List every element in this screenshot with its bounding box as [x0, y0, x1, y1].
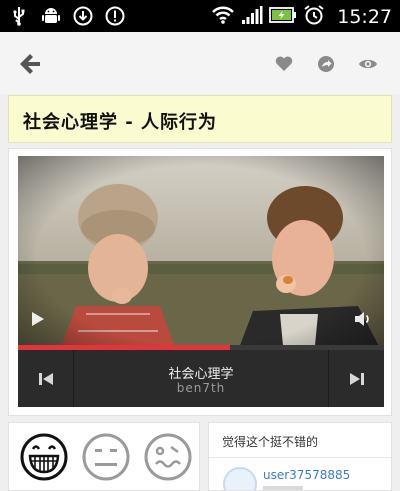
wifi-icon	[211, 5, 235, 29]
track-artist: ben7th	[176, 381, 226, 395]
play-button[interactable]	[27, 309, 47, 329]
heart-icon	[275, 56, 293, 71]
favorite-button[interactable]	[274, 54, 294, 74]
android-debug-icon	[40, 5, 62, 27]
next-button[interactable]	[328, 350, 384, 407]
skip-next-icon	[349, 372, 364, 385]
signal-icon	[241, 5, 263, 29]
skip-previous-icon	[38, 372, 53, 385]
avatar[interactable]	[223, 467, 257, 490]
status-bar: 15:27	[0, 0, 400, 32]
alert-icon	[104, 5, 126, 27]
volume-icon	[355, 312, 369, 326]
share-icon	[318, 56, 334, 72]
volume-button[interactable]	[353, 309, 373, 329]
battery-charging-icon	[269, 6, 297, 28]
alarm-icon	[303, 4, 325, 30]
back-arrow-icon	[20, 54, 40, 74]
divider	[209, 457, 391, 458]
video-thumbnail[interactable]	[18, 156, 384, 356]
laughing-face-icon	[20, 433, 68, 481]
watch-button[interactable]	[358, 54, 378, 74]
player-controls: 社会心理学 ben7th	[18, 350, 384, 407]
back-button[interactable]	[16, 50, 44, 78]
share-button[interactable]	[316, 54, 336, 74]
previous-button[interactable]	[18, 350, 74, 407]
usb-icon	[8, 5, 30, 27]
notification-icons	[8, 5, 126, 27]
rate-neutral-button[interactable]	[81, 432, 131, 482]
comment-text-placeholder	[263, 486, 303, 490]
rate-confused-button[interactable]	[143, 432, 193, 482]
track-title: 社会心理学	[168, 367, 234, 382]
download-icon	[72, 5, 94, 27]
play-icon	[32, 312, 44, 326]
system-icons: 15:27	[211, 4, 392, 30]
action-bar-actions	[274, 54, 378, 74]
neutral-face-icon	[82, 433, 130, 481]
video-player-card: 社会心理学 ben7th	[8, 148, 392, 416]
eye-icon	[359, 59, 377, 69]
comment-header: 觉得这个挺不错的	[222, 435, 319, 449]
action-bar	[0, 32, 400, 94]
comment-card: 觉得这个挺不错的 user37578885	[208, 422, 392, 491]
clock-time: 15:27	[337, 6, 392, 28]
rating-card	[8, 422, 200, 491]
course-title: 社会心理学 - 人际行为	[23, 112, 218, 133]
rate-great-button[interactable]	[19, 432, 69, 482]
comment-username[interactable]: user37578885	[263, 468, 350, 482]
confused-face-icon	[144, 433, 192, 481]
course-title-card: 社会心理学 - 人际行为	[8, 95, 392, 143]
